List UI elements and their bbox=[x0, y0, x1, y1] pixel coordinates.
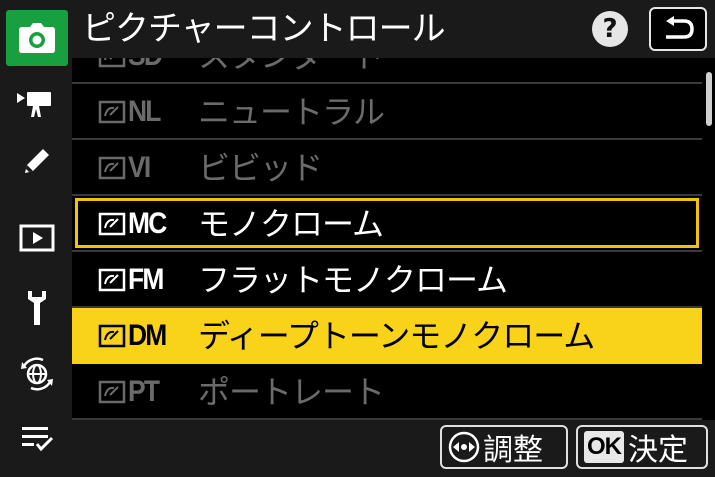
adjust-label: 調整 bbox=[483, 433, 543, 468]
sidebar-item-photo-shooting[interactable] bbox=[6, 10, 68, 66]
sidebar-item-network[interactable] bbox=[6, 346, 68, 402]
list-item-deep-tone-monochrome[interactable]: DM ディープトーンモノクローム bbox=[72, 308, 702, 364]
list-item-vivid[interactable]: VI ビビッド bbox=[72, 140, 702, 196]
picture-control-list: SD スタンダード NL ニュートラル VI ビビッド MC bbox=[72, 58, 702, 420]
movie-camera-icon bbox=[17, 92, 51, 117]
camera-menu-screen: ピクチャーコントロール ? SD スタンダード NL ニュートラル bbox=[0, 0, 715, 477]
picture-control-code: VI bbox=[98, 140, 152, 196]
list-item-label: ビビッド bbox=[198, 149, 323, 187]
return-arrow-icon bbox=[666, 16, 694, 39]
sidebar-item-custom-settings[interactable] bbox=[6, 133, 68, 189]
ok-badge: OK bbox=[584, 431, 624, 463]
wrench-icon bbox=[28, 291, 46, 325]
picture-control-code: DM bbox=[98, 308, 171, 364]
list-scrollbar[interactable] bbox=[706, 72, 712, 126]
menu-header: ピクチャーコントロール ? bbox=[72, 0, 715, 58]
ok-label: 決定 bbox=[628, 433, 688, 468]
sidebar-item-setup[interactable] bbox=[6, 280, 68, 336]
back-button[interactable] bbox=[649, 7, 707, 51]
sidebar-item-my-menu[interactable] bbox=[6, 410, 68, 466]
sidebar-item-movie-shooting[interactable] bbox=[6, 74, 68, 130]
picture-control-icon bbox=[98, 380, 126, 404]
network-icon bbox=[21, 357, 53, 391]
list-item-monochrome[interactable]: MC モノクローム bbox=[72, 196, 702, 252]
list-item-standard[interactable]: SD スタンダード bbox=[72, 58, 702, 84]
help-button[interactable]: ? bbox=[592, 11, 628, 47]
menu-footer: 調整 OK 決定 bbox=[72, 420, 715, 477]
adjust-button[interactable]: 調整 bbox=[440, 425, 568, 469]
picture-control-code: SD bbox=[98, 58, 166, 84]
ok-button[interactable]: OK 決定 bbox=[576, 425, 708, 469]
picture-control-icon bbox=[98, 268, 126, 292]
picture-control-code: PT bbox=[98, 364, 162, 420]
pencil-icon bbox=[25, 149, 49, 173]
list-item-label: ディープトーンモノクローム bbox=[198, 317, 595, 355]
list-item-flat-monochrome[interactable]: FM フラットモノクローム bbox=[72, 252, 702, 308]
camera-icon bbox=[19, 23, 55, 53]
multi-selector-icon bbox=[448, 431, 480, 463]
picture-control-code: NL bbox=[98, 84, 164, 140]
menu-sidebar bbox=[0, 0, 72, 477]
list-item-neutral[interactable]: NL ニュートラル bbox=[72, 84, 702, 140]
playback-icon bbox=[19, 224, 55, 252]
list-item-label: フラットモノクローム bbox=[198, 261, 508, 299]
picture-control-icon bbox=[98, 58, 126, 68]
my-menu-icon bbox=[22, 427, 54, 452]
list-item-label: スタンダード bbox=[198, 58, 385, 84]
list-item-label: ニュートラル bbox=[198, 93, 385, 131]
picture-control-icon bbox=[98, 212, 126, 236]
list-item-label: ポートレート bbox=[198, 373, 385, 411]
picture-control-code: FM bbox=[98, 252, 167, 308]
picture-control-code: MC bbox=[98, 196, 171, 252]
picture-control-icon bbox=[98, 156, 126, 180]
page-title: ピクチャーコントロール bbox=[82, 9, 446, 49]
sidebar-item-playback[interactable] bbox=[6, 210, 68, 266]
list-item-portrait[interactable]: PT ポートレート bbox=[72, 364, 702, 420]
list-item-label: モノクローム bbox=[198, 205, 384, 243]
picture-control-icon bbox=[98, 100, 126, 124]
picture-control-icon bbox=[98, 324, 126, 348]
